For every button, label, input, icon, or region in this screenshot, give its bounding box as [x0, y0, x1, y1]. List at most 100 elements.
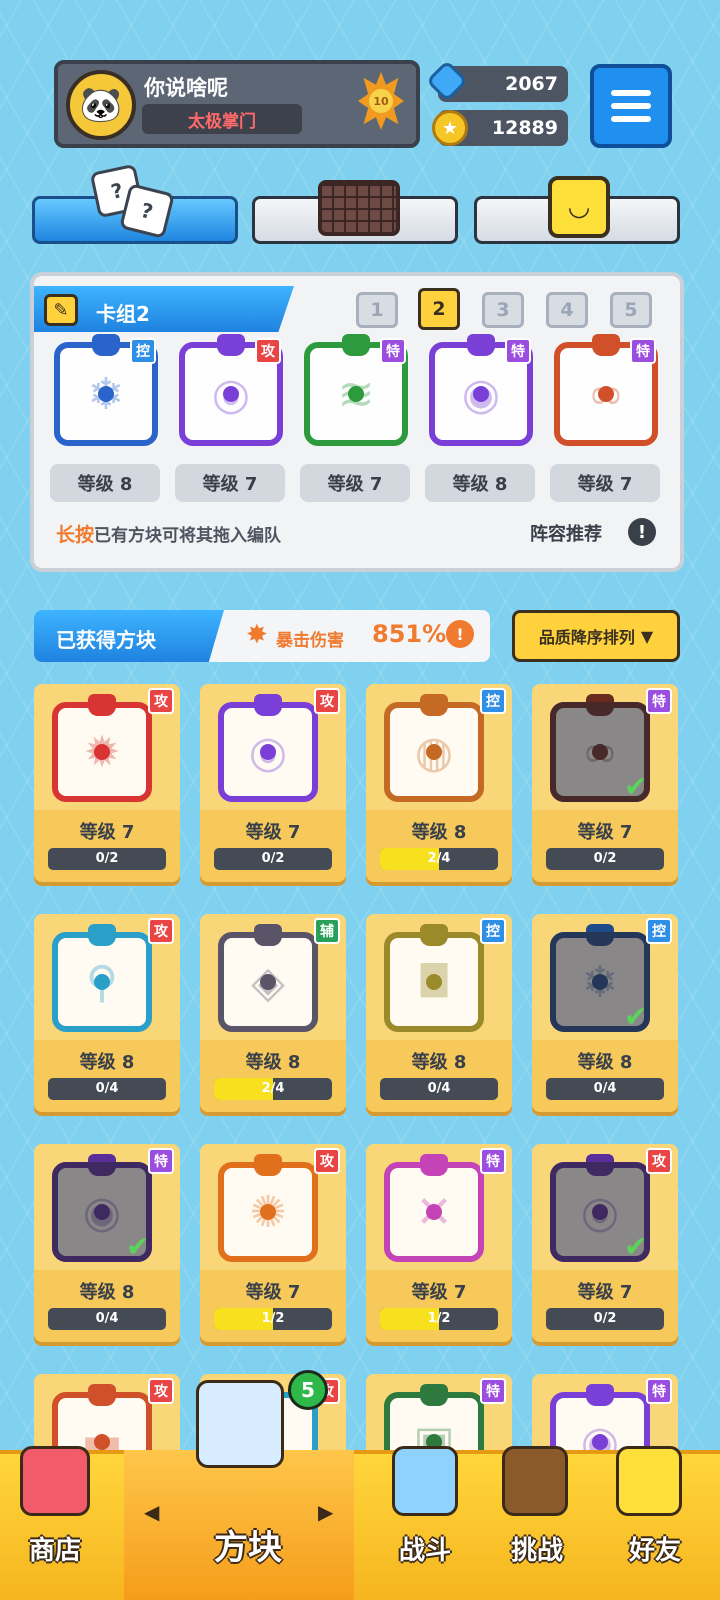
nav-blocks[interactable]: 方块	[168, 1520, 328, 1569]
deck-slot-5[interactable]: 5	[610, 292, 652, 328]
check-icon: ✔	[624, 1000, 648, 1033]
card-glyph-icon: ✺	[249, 1186, 287, 1238]
sword-shield-icon[interactable]	[392, 1446, 458, 1516]
player-title-badge: 太极掌门	[142, 104, 302, 134]
friend-block-icon[interactable]	[616, 1446, 682, 1516]
card-glyph-icon: ❄	[87, 368, 125, 420]
menu-button[interactable]	[590, 64, 672, 148]
dragon-head-icon	[254, 694, 282, 716]
drag-hint: 长按已有方块可将其拖入编队	[56, 520, 281, 547]
block-frame: ✹	[52, 694, 152, 802]
owned-block-card[interactable]: ◍ 控等级 8 2/4	[366, 684, 512, 886]
nav-challenge[interactable]: 挑战	[482, 1530, 592, 1567]
owned-block-card[interactable]: ❄✔控等级 80/4	[532, 914, 678, 1116]
upgrade-progress-bar: 0/2	[214, 848, 332, 870]
dragon-head-icon	[420, 924, 448, 946]
card-level: 等级 8	[245, 1052, 301, 1073]
crit-info-icon[interactable]: !	[446, 620, 474, 648]
owned-block-card[interactable]: ⚲ 攻等级 8 0/4	[34, 914, 180, 1116]
card-glyph-icon: ⚲	[85, 956, 119, 1008]
deck-slot-3[interactable]: 3	[482, 292, 524, 328]
avatar[interactable]: 🐼	[66, 70, 136, 140]
prev-arrow-icon[interactable]: ◀	[144, 1500, 159, 1524]
card-type-tag: 攻	[148, 918, 174, 944]
nav-shop[interactable]: 商店	[0, 1530, 110, 1567]
owned-block-card[interactable]: ✺ 攻等级 7 1/2	[200, 1144, 346, 1346]
dragon-head-icon	[254, 924, 282, 946]
card-level: 等级 7	[245, 822, 301, 843]
nav-battle[interactable]: 战斗	[370, 1530, 480, 1567]
card-level: 等级 8	[79, 1052, 135, 1073]
deck-slot-4[interactable]: 4	[546, 292, 588, 328]
owned-block-card[interactable]: ✹ 攻等级 7 0/2	[34, 684, 180, 886]
card-type-tag: 攻	[148, 1378, 174, 1404]
upgrade-progress-bar: 0/4	[48, 1078, 166, 1100]
card-level: 等级 8	[577, 1052, 633, 1073]
block-frame: ◈	[218, 924, 318, 1032]
check-icon: ✔	[624, 770, 648, 803]
card-level: 等级 7	[79, 822, 135, 843]
card-level: 等级 8	[50, 464, 160, 502]
dragon-head-icon	[592, 334, 620, 356]
hint-text: 已有方块可将其拖入编队	[94, 526, 282, 546]
owned-block-card[interactable]: ◎✔攻等级 70/2	[532, 1144, 678, 1346]
card-level: 等级 7	[245, 1282, 301, 1303]
deck-slot-1[interactable]: 1	[356, 292, 398, 328]
deck-slot-2[interactable]: 2	[418, 288, 460, 330]
pencil-icon[interactable]: ✎	[44, 294, 78, 326]
info-icon[interactable]: !	[628, 518, 656, 546]
check-icon: ✔	[126, 1230, 150, 1263]
upgrade-progress-bar: 0/4	[48, 1308, 166, 1330]
dragon-head-icon	[420, 1384, 448, 1406]
nav-friends[interactable]: 好友	[600, 1530, 710, 1567]
crit-damage-label: 暴击伤害	[276, 631, 344, 651]
progress-text: 0/4	[95, 1311, 119, 1326]
owned-block-card[interactable]: ∞✔特等级 70/2	[532, 684, 678, 886]
block-frame: ◎	[218, 694, 318, 802]
block-frame: ◘	[384, 924, 484, 1032]
upgrade-progress-bar: 0/2	[546, 848, 664, 870]
progress-text: 1/2	[427, 1311, 451, 1326]
card-level: 等级 8	[411, 1052, 467, 1073]
progress-text: 0/4	[427, 1081, 451, 1096]
card-glyph-icon: ≋	[337, 368, 375, 420]
card-type-tag: 特	[148, 1148, 174, 1174]
card-level: 等级 7	[550, 464, 660, 502]
owned-block-card[interactable]: ✕ 特等级 7 1/2	[366, 1144, 512, 1346]
shop-icon[interactable]	[20, 1446, 90, 1516]
card-glyph-icon: ◉	[461, 368, 501, 420]
progress-text: 1/2	[261, 1311, 285, 1326]
card-glyph-icon: ◎	[211, 368, 251, 420]
dragon-head-icon	[420, 1154, 448, 1176]
player-level-badge: 10	[358, 72, 404, 130]
card-type-tag: 特	[646, 1378, 672, 1404]
card-level: 等级 7	[577, 1282, 633, 1303]
lineup-recommend-button[interactable]: 阵容推荐	[530, 520, 602, 546]
card-type-tag: 攻	[148, 688, 174, 714]
owned-block-card[interactable]: ◘ 控等级 8 0/4	[366, 914, 512, 1116]
progress-text: 0/2	[593, 851, 617, 866]
owned-block-card[interactable]: ◈ 辅等级 8 2/4	[200, 914, 346, 1116]
card-type-tag: 控	[646, 918, 672, 944]
progress-text: 2/4	[261, 1081, 285, 1096]
card-type-tag: 控	[480, 918, 506, 944]
upgrade-progress-bar: 1/2	[380, 1308, 498, 1330]
card-type-tag: 攻	[314, 1148, 340, 1174]
card-level: 等级 7	[300, 464, 410, 502]
hint-highlight: 长按	[56, 524, 95, 546]
dragon-head-icon	[342, 334, 370, 356]
progress-text: 0/4	[95, 1081, 119, 1096]
mystery-block-icon[interactable]	[196, 1380, 284, 1468]
signboard-icon[interactable]	[502, 1446, 568, 1516]
dragon-head-icon	[217, 334, 245, 356]
dragon-head-icon	[88, 924, 116, 946]
card-level: 等级 8	[79, 1282, 135, 1303]
player-name: 你说啥呢	[144, 76, 228, 100]
upgrade-progress-bar: 0/4	[546, 1078, 664, 1100]
owned-block-card[interactable]: ◉✔特等级 80/4	[34, 1144, 180, 1346]
sort-dropdown[interactable]: 品质降序排列 ▼	[512, 610, 680, 662]
owned-block-card[interactable]: ◎ 攻等级 7 0/2	[200, 684, 346, 886]
smiley-block-icon: ◡	[548, 176, 610, 238]
card-glyph-icon: ∞	[587, 368, 625, 420]
coin-icon: ★	[432, 110, 468, 146]
